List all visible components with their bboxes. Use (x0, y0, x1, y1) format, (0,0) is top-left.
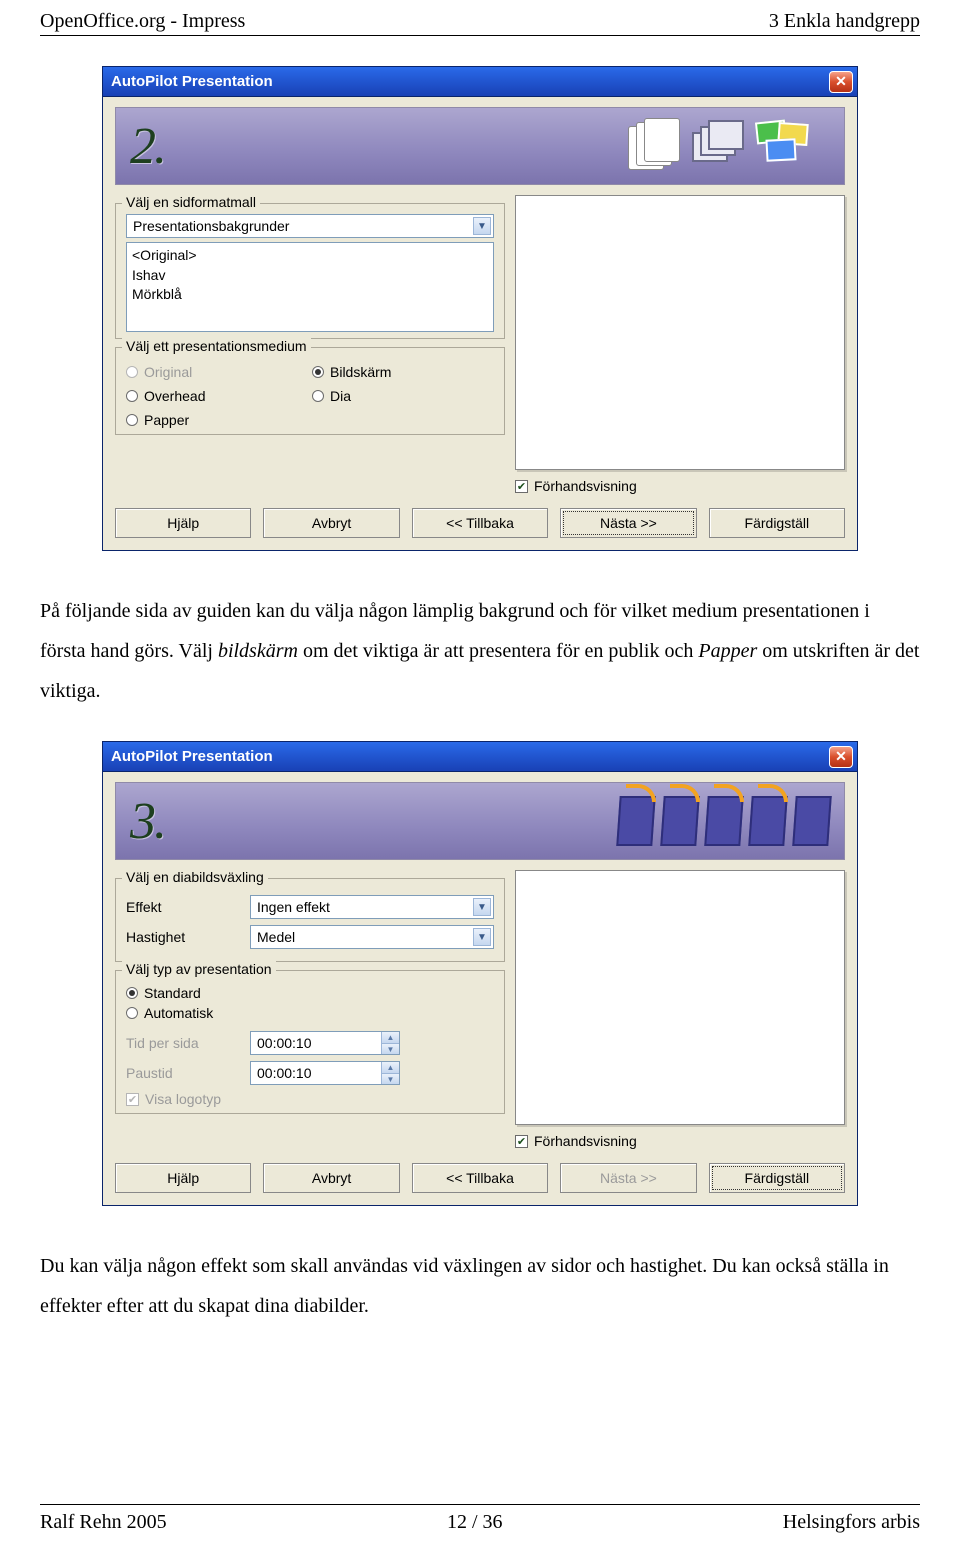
spin-up-icon[interactable]: ▲ (381, 1062, 399, 1073)
cancel-button[interactable]: Avbryt (263, 1163, 399, 1193)
checkbox-icon: ✔ (515, 480, 528, 493)
spin-up-icon[interactable]: ▲ (381, 1032, 399, 1043)
close-icon[interactable]: ✕ (829, 746, 853, 768)
header-icons (624, 118, 830, 174)
radio-bildskarm[interactable]: Bildskärm (312, 364, 494, 380)
footer-center: 12 / 36 (447, 1511, 503, 1534)
step-number: 3. (130, 792, 165, 851)
chevron-down-icon[interactable]: ▼ (473, 928, 491, 946)
time-per-slide-label: Tid per sida (126, 1035, 236, 1051)
back-button[interactable]: << Tillbaka (412, 1163, 548, 1193)
pages-icon (624, 118, 680, 174)
preview-pane (515, 870, 845, 1125)
list-item[interactable]: Ishav (132, 266, 488, 286)
radio-icon (126, 987, 138, 999)
help-button[interactable]: Hjälp (115, 508, 251, 538)
radio-icon (126, 390, 138, 402)
window-title: AutoPilot Presentation (111, 73, 273, 90)
checkbox-icon: ✔ (515, 1135, 528, 1148)
radio-overhead[interactable]: Overhead (126, 388, 308, 404)
body-paragraph-1: På följande sida av guiden kan du välja … (40, 591, 920, 711)
preview-checkbox[interactable]: ✔ Förhandsvisning (515, 478, 845, 494)
radio-icon (126, 414, 138, 426)
autopilot-dialog-step2: AutoPilot Presentation ✕ 2. (102, 66, 858, 551)
next-button: Nästa >> (560, 1163, 696, 1193)
group-legend: Välj en sidformatmall (122, 194, 260, 210)
checkbox-icon: ✔ (126, 1093, 139, 1106)
preview-pane (515, 195, 845, 470)
header-icons (618, 796, 830, 846)
group-slide-transition: Välj en diabildsväxling Effekt Ingen eff… (115, 878, 505, 962)
effect-dropdown[interactable]: Ingen effekt ▼ (250, 895, 494, 919)
wizard-step-header: 2. (115, 107, 845, 185)
show-logo-checkbox: ✔ Visa logotyp (126, 1091, 494, 1107)
finish-button[interactable]: Färdigställ (709, 508, 845, 538)
close-icon[interactable]: ✕ (829, 71, 853, 93)
radio-icon (312, 390, 324, 402)
group-page-template: Välj en sidformatmall Presentationsbakgr… (115, 203, 505, 339)
body-paragraph-2: Du kan välja någon effekt som skall anvä… (40, 1246, 920, 1326)
radio-icon (126, 366, 138, 378)
spin-down-icon[interactable]: ▼ (381, 1073, 399, 1084)
radio-original: Original (126, 364, 308, 380)
back-button[interactable]: << Tillbaka (412, 508, 548, 538)
titlebar[interactable]: AutoPilot Presentation ✕ (103, 742, 857, 772)
group-legend: Välj en diabildsväxling (122, 869, 268, 885)
list-item[interactable]: <Original> (132, 246, 488, 266)
group-legend: Välj ett presentationsmedium (122, 338, 311, 354)
radio-automatisk[interactable]: Automatisk (126, 1005, 494, 1021)
preview-checkbox[interactable]: ✔ Förhandsvisning (515, 1133, 845, 1149)
finish-button[interactable]: Färdigställ (709, 1163, 845, 1193)
group-legend: Välj typ av presentation (122, 961, 276, 977)
template-category-dropdown[interactable]: Presentationsbakgrunder ▼ (126, 214, 494, 238)
chevron-down-icon[interactable]: ▼ (473, 217, 491, 235)
effect-label: Effekt (126, 899, 236, 915)
radio-icon (312, 366, 324, 378)
help-button[interactable]: Hjälp (115, 1163, 251, 1193)
wizard-step-header: 3. (115, 782, 845, 860)
radio-dia[interactable]: Dia (312, 388, 494, 404)
pause-time-spinner[interactable]: 00:00:10 ▲▼ (250, 1061, 400, 1085)
page-footer: Ralf Rehn 2005 12 / 36 Helsingfors arbis (40, 1504, 920, 1534)
header-right: 3 Enkla handgrepp (769, 10, 920, 33)
photos-icon (752, 118, 830, 174)
header-left: OpenOffice.org - Impress (40, 10, 245, 33)
group-presentation-type: Välj typ av presentation Standard Automa… (115, 970, 505, 1114)
footer-left: Ralf Rehn 2005 (40, 1511, 167, 1534)
page-header: OpenOffice.org - Impress 3 Enkla handgre… (40, 10, 920, 36)
speed-label: Hastighet (126, 929, 236, 945)
pause-time-label: Paustid (126, 1065, 236, 1081)
radio-papper[interactable]: Papper (126, 412, 308, 428)
footer-right: Helsingfors arbis (783, 1511, 920, 1534)
titlebar[interactable]: AutoPilot Presentation ✕ (103, 67, 857, 97)
list-item[interactable]: Mörkblå (132, 285, 488, 305)
autopilot-dialog-step3: AutoPilot Presentation ✕ 3. Välj en diab… (102, 741, 858, 1206)
next-button[interactable]: Nästa >> (560, 508, 696, 538)
window-title: AutoPilot Presentation (111, 748, 273, 765)
template-listbox[interactable]: <Original> Ishav Mörkblå (126, 242, 494, 332)
chevron-down-icon[interactable]: ▼ (473, 898, 491, 916)
spin-down-icon[interactable]: ▼ (381, 1043, 399, 1054)
speed-dropdown[interactable]: Medel ▼ (250, 925, 494, 949)
step-number: 2. (130, 117, 165, 176)
time-per-slide-spinner[interactable]: 00:00:10 ▲▼ (250, 1031, 400, 1055)
dropdown-value: Presentationsbakgrunder (133, 218, 289, 234)
slides-icon (688, 118, 744, 174)
radio-icon (126, 1007, 138, 1019)
radio-standard[interactable]: Standard (126, 985, 494, 1001)
group-presentation-medium: Välj ett presentationsmedium Original Bi… (115, 347, 505, 435)
cancel-button[interactable]: Avbryt (263, 508, 399, 538)
